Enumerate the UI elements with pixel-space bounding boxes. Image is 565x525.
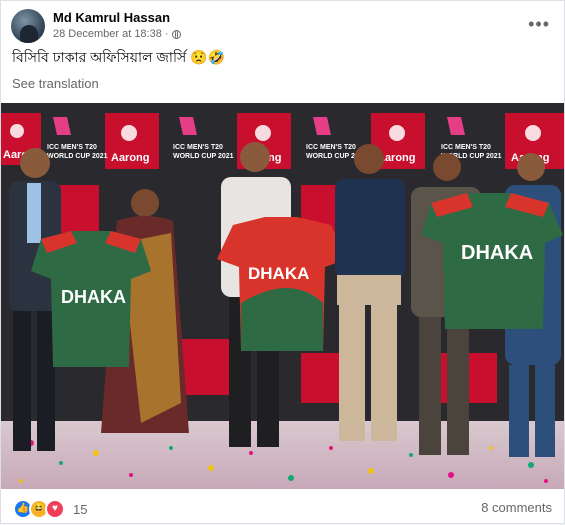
svg-text:WORLD CUP 2021: WORLD CUP 2021: [173, 153, 234, 160]
svg-text:ICC MEN'S T20: ICC MEN'S T20: [173, 144, 223, 151]
author-name[interactable]: Md Kamrul Hassan: [53, 10, 170, 25]
post-card: Md Kamrul Hassan 28 December at 18:38 · …: [0, 0, 565, 524]
reaction-count: 15: [73, 501, 88, 517]
see-translation-link[interactable]: See translation: [12, 76, 99, 91]
more-options-icon[interactable]: •••: [528, 15, 550, 33]
post-photo[interactable]: Aarong Aarong Aarong Aarong Aarong ICC M…: [1, 103, 564, 489]
post-caption: বিসিবি ঢাকার অফিসিয়াল জার্সি 😟🤣: [12, 49, 225, 65]
comments-count-link[interactable]: 8 comments: [481, 500, 552, 515]
author-avatar[interactable]: [11, 9, 45, 43]
jersey-text: DHAKA: [461, 242, 533, 264]
globe-icon: [171, 29, 181, 39]
backdrop-text: Aarong: [111, 152, 150, 164]
jersey-text: DHAKA: [248, 264, 309, 283]
svg-text:ICC MEN'S T20: ICC MEN'S T20: [441, 144, 491, 151]
post-meta: 28 December at 18:38 ·: [53, 28, 181, 40]
post-date[interactable]: 28 December at 18:38: [53, 28, 162, 40]
meta-separator: ·: [164, 28, 169, 40]
post-header: Md Kamrul Hassan 28 December at 18:38 · …: [11, 9, 556, 45]
jersey-text: DHAKA: [61, 287, 126, 307]
love-icon: ♥: [45, 499, 65, 519]
svg-text:ICC MEN'S T20: ICC MEN'S T20: [47, 144, 97, 151]
svg-text:ICC MEN'S T20: ICC MEN'S T20: [306, 144, 356, 151]
svg-text:WORLD CUP 2021: WORLD CUP 2021: [47, 153, 108, 160]
reactions-summary[interactable]: 👍 😆 ♥ 15: [13, 499, 87, 519]
floor: [1, 421, 564, 489]
post-footer: 👍 😆 ♥ 15 8 comments: [1, 489, 564, 525]
photo-illustration: Aarong Aarong Aarong Aarong Aarong ICC M…: [1, 103, 564, 489]
